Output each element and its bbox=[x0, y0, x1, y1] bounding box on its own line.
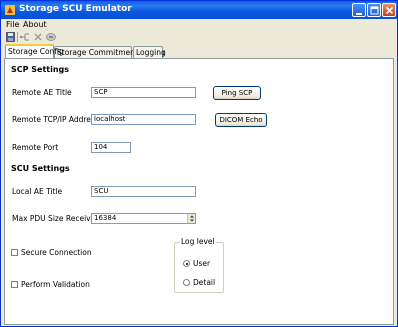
delete-icon[interactable] bbox=[32, 31, 44, 43]
local-ae-title-label: Local AE Title bbox=[12, 187, 63, 196]
dicom-echo-button[interactable]: DICOM Echo bbox=[215, 113, 267, 127]
max-pdu-value: 16384 bbox=[94, 214, 117, 222]
toolbar bbox=[2, 30, 397, 44]
pdu-spin-buttons[interactable] bbox=[187, 214, 195, 223]
settings-icon[interactable] bbox=[45, 31, 57, 43]
storage-config-panel: SCP Settings Remote AE Title SCP Ping SC… bbox=[4, 58, 394, 325]
maximize-icon bbox=[370, 6, 379, 15]
spin-arrows-icon bbox=[190, 215, 194, 222]
tab-storage-commitment-config[interactable]: Storage Commitment Config bbox=[54, 46, 164, 58]
remote-ae-title-label: Remote AE Title bbox=[12, 88, 72, 97]
close-icon bbox=[385, 6, 394, 15]
log-level-user-radio[interactable] bbox=[183, 260, 190, 267]
scp-settings-title: SCP Settings bbox=[11, 65, 70, 74]
secure-connection-label: Secure Connection bbox=[21, 248, 92, 257]
close-button[interactable] bbox=[382, 3, 396, 17]
log-level-legend: Log level bbox=[180, 237, 216, 246]
log-level-detail-label: Detail bbox=[193, 278, 216, 287]
tab-logging[interactable]: Logging bbox=[133, 46, 166, 58]
log-level-user-label: User bbox=[193, 259, 211, 268]
tab-strip: Storage Config Storage Commitment Config… bbox=[2, 44, 397, 58]
max-pdu-stepper[interactable]: 16384 bbox=[91, 213, 196, 224]
log-level-detail-radio[interactable] bbox=[183, 279, 190, 286]
minimize-button[interactable] bbox=[352, 3, 366, 17]
perform-validation-label: Perform Validation bbox=[21, 280, 90, 289]
log-level-group: Log level User Detail bbox=[174, 237, 224, 293]
menu-about[interactable]: About bbox=[23, 19, 47, 30]
remote-port-input[interactable]: 104 bbox=[91, 142, 131, 153]
ping-scp-button[interactable]: Ping SCP bbox=[213, 86, 261, 100]
remote-ae-title-input[interactable]: SCP bbox=[91, 87, 196, 98]
connect-icon[interactable] bbox=[19, 31, 31, 43]
remote-port-label: Remote Port bbox=[12, 143, 59, 152]
perform-validation-checkbox[interactable] bbox=[11, 281, 18, 288]
scu-settings-title: SCU Settings bbox=[11, 164, 70, 173]
save-icon[interactable] bbox=[5, 31, 17, 43]
title-bar[interactable]: Storage SCU Emulator bbox=[1, 1, 397, 19]
menu-bar: File About bbox=[2, 19, 397, 30]
minimize-icon bbox=[356, 13, 362, 15]
main-window: Storage SCU Emulator File About Storage … bbox=[0, 0, 398, 327]
menu-file[interactable]: File bbox=[6, 19, 19, 30]
secure-connection-checkbox[interactable] bbox=[11, 249, 18, 256]
window-title: Storage SCU Emulator bbox=[19, 4, 132, 14]
maximize-button[interactable] bbox=[367, 3, 381, 17]
app-icon bbox=[5, 5, 15, 15]
max-pdu-label: Max PDU Size Receive bbox=[12, 214, 96, 223]
local-ae-title-input[interactable]: SCU bbox=[91, 186, 196, 197]
tab-storage-config[interactable]: Storage Config bbox=[5, 44, 64, 58]
remote-tcpip-input[interactable]: localhost bbox=[91, 114, 196, 125]
remote-tcpip-label: Remote TCP/IP Address bbox=[12, 115, 99, 124]
toolbar-separator bbox=[17, 32, 18, 42]
